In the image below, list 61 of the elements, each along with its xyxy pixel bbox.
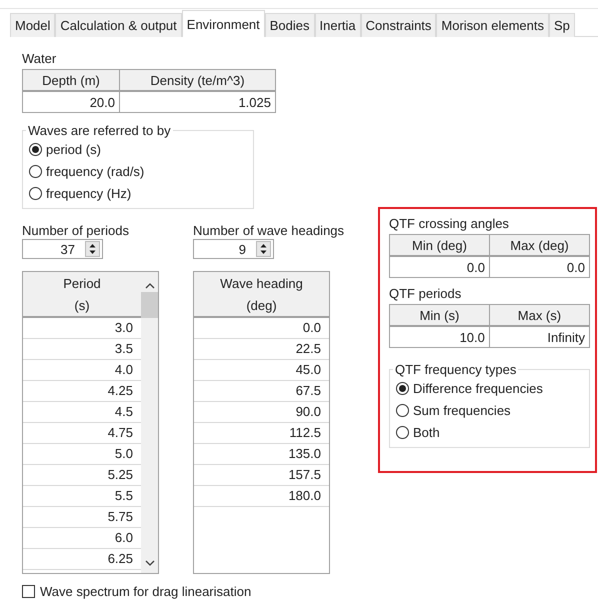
tab[interactable]: Sp: [549, 13, 575, 37]
table-cell[interactable]: Infinity: [489, 326, 590, 348]
group-title: QTF frequency types: [394, 362, 518, 377]
tab[interactable]: Calculation & output: [55, 13, 182, 37]
group-title: Waves are referred to by: [27, 123, 172, 138]
table-cell[interactable]: 22.5: [194, 339, 329, 360]
radio-button[interactable]: [29, 142, 42, 156]
checkbox-label[interactable]: Wave spectrum for drag linearisation: [40, 584, 252, 599]
tab[interactable]: Morison elements: [436, 13, 550, 37]
table-cell[interactable]: 10.0: [390, 326, 490, 348]
column-header: Depth (m): [22, 70, 120, 91]
table-cell[interactable]: 112.5: [194, 423, 329, 444]
radio-label[interactable]: period (s): [46, 142, 101, 156]
column-header: Max (deg): [490, 234, 590, 256]
field-label: Number of wave headings: [193, 223, 344, 238]
column-header: Min (s): [390, 304, 490, 326]
radio-button[interactable]: [396, 426, 409, 438]
radio-button[interactable]: [396, 404, 409, 416]
table-cell[interactable]: 0.0: [490, 256, 590, 278]
radio-label[interactable]: frequency (rad/s): [46, 164, 144, 178]
section-label: QTF crossing angles: [389, 216, 509, 231]
table-cell[interactable]: 0.0: [390, 256, 490, 278]
table-cell[interactable]: 90.0: [194, 402, 329, 423]
tab[interactable]: Environment: [182, 10, 265, 37]
table-cell[interactable]: 67.5: [194, 381, 329, 402]
radio-label[interactable]: Both: [413, 424, 440, 440]
number-spinner[interactable]: 9: [193, 239, 274, 259]
radio-label[interactable]: Sum frequencies: [413, 402, 511, 418]
section-label: Water: [22, 51, 56, 66]
section-label: QTF periods: [389, 286, 462, 301]
table-cell[interactable]: 45.0: [194, 360, 329, 381]
header-text: (deg): [246, 298, 277, 312]
scroll-bar[interactable]: [141, 272, 158, 573]
table-cell[interactable]: 20.0: [22, 91, 120, 112]
radio-button[interactable]: [29, 186, 42, 200]
spinner-value: 9: [238, 242, 247, 256]
table-cell[interactable]: 180.0: [194, 486, 329, 507]
radio-label[interactable]: frequency (Hz): [46, 186, 132, 200]
header-text: Wave heading: [220, 276, 303, 290]
spin-arrows-icon[interactable]: [85, 241, 100, 257]
header-text: (s): [74, 298, 90, 312]
number-spinner[interactable]: 37: [22, 239, 103, 259]
radio-button[interactable]: [29, 164, 42, 178]
table-cell[interactable]: 157.5: [194, 465, 329, 486]
tab[interactable]: Inertia: [314, 13, 361, 37]
column-header: Min (deg): [390, 234, 490, 256]
radio-button[interactable]: [396, 382, 409, 394]
table-cell[interactable]: 0.0: [194, 318, 329, 339]
tab[interactable]: Constraints: [360, 13, 436, 37]
tab[interactable]: Model: [10, 13, 56, 37]
table-cell[interactable]: 1.025: [120, 91, 276, 112]
field-label: Number of periods: [22, 223, 129, 238]
checkbox[interactable]: [22, 585, 35, 598]
spinner-value: 37: [60, 242, 76, 256]
column-header: Density (te/m^3): [120, 70, 276, 91]
spin-arrows-icon[interactable]: [256, 241, 271, 257]
radio-label[interactable]: Difference frequencies: [413, 380, 543, 396]
header-text: Period: [63, 276, 101, 290]
table-cell[interactable]: 135.0: [194, 444, 329, 465]
tab[interactable]: Bodies: [264, 13, 315, 37]
column-header: Max (s): [489, 304, 590, 326]
